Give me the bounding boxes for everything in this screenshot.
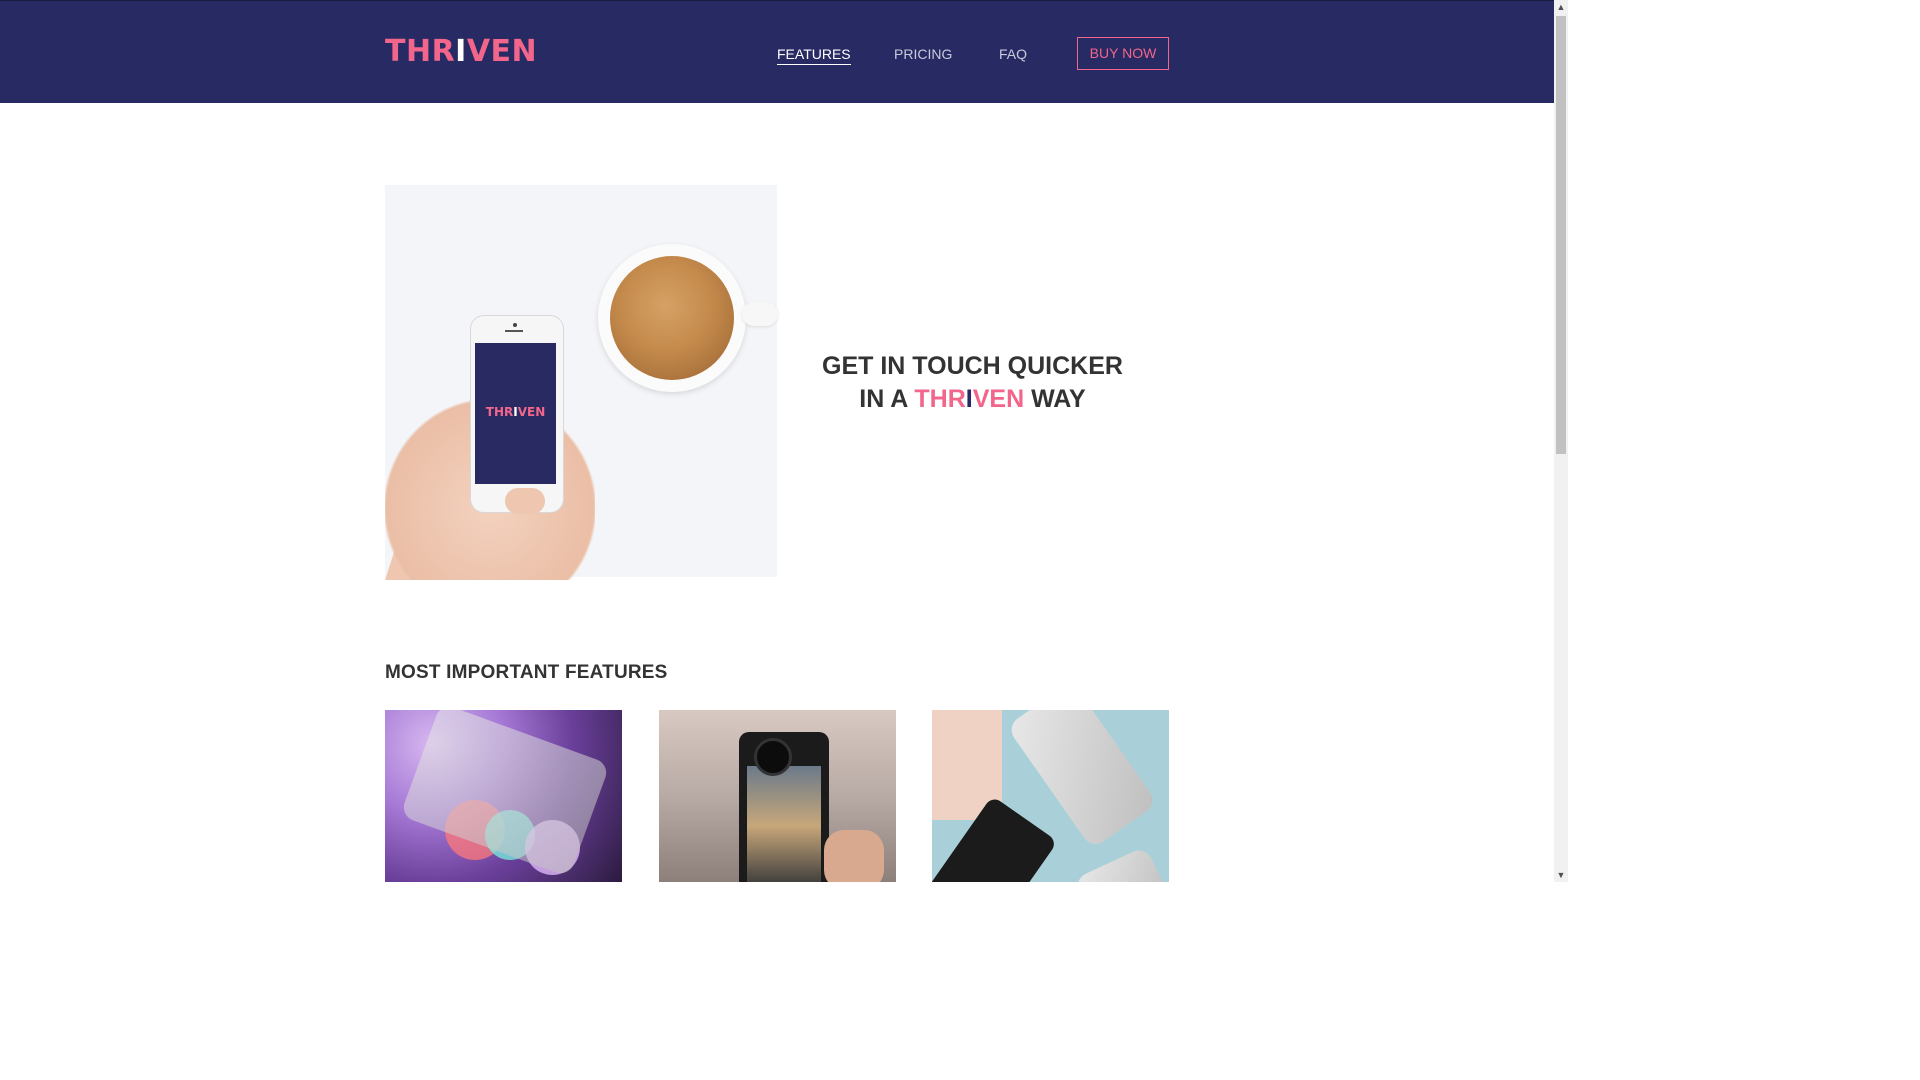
feature-card-3-image	[932, 710, 1169, 882]
feature-card-1-image	[385, 710, 622, 882]
vertical-scrollbar[interactable]: ▲ ▼	[1554, 0, 1568, 882]
site-header: THRIVEN FEATURES PRICING FAQ BUY NOW	[0, 0, 1554, 103]
nav-link-features[interactable]: FEATURES	[777, 45, 851, 65]
logo[interactable]: THRIVEN	[385, 34, 537, 70]
hero-line-2: IN A THRIVEN WAY	[820, 383, 1125, 416]
phone-speaker	[505, 330, 523, 332]
logo-text-end: VEN	[466, 34, 538, 69]
hero-headline: GET IN TOUCH QUICKER IN A THRIVEN WAY	[820, 350, 1125, 416]
hero-line-1: GET IN TOUCH QUICKER	[822, 352, 1123, 380]
phone-screen	[747, 766, 821, 882]
hero-brand-end: VEN	[972, 385, 1025, 413]
nav-link-pricing[interactable]: PRICING	[894, 45, 952, 63]
thumb	[505, 488, 545, 514]
buy-now-button[interactable]: BUY NOW	[1077, 37, 1169, 70]
feature-card-2-image	[659, 710, 896, 882]
arrow-up-icon[interactable]: ▲	[1554, 0, 1568, 14]
nav-link-faq[interactable]: FAQ	[999, 45, 1027, 63]
camera-lens-icon	[754, 738, 792, 776]
coffee-cup-icon	[610, 256, 734, 380]
logo-text-mid: I	[455, 34, 467, 69]
phone-camera	[513, 323, 517, 327]
hero-line-2-suffix: WAY	[1031, 385, 1086, 413]
hero-brand-start: THR	[914, 385, 966, 413]
hero-brand-mid: I	[965, 385, 973, 413]
phone-logo-start: THR	[485, 405, 514, 419]
phone-logo-end: VEN	[517, 405, 546, 419]
phone-screen-logo: THRIVEN	[475, 405, 556, 419]
features-title: MOST IMPORTANT FEATURES	[385, 662, 668, 683]
logo-text-start: THR	[385, 34, 456, 69]
phone-icon	[1073, 845, 1169, 882]
cup-handle	[742, 302, 778, 326]
hand	[824, 830, 884, 882]
hero-line-2-prefix: IN A	[859, 385, 908, 413]
scroll-thumb[interactable]	[1556, 16, 1566, 454]
hero-brand: THRIVEN	[914, 385, 1024, 413]
arrow-down-icon[interactable]: ▼	[1554, 868, 1568, 882]
